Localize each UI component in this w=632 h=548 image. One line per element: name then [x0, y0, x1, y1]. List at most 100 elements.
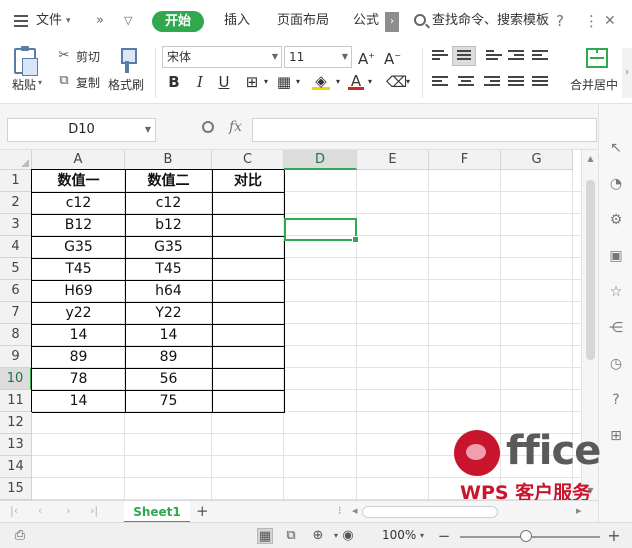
zoom-in-button[interactable]: + [606, 528, 622, 544]
history-icon[interactable]: ◷ [608, 356, 624, 372]
fill-color-icon[interactable]: ◈ [312, 72, 330, 90]
more-tabs-icon[interactable]: » [96, 11, 104, 31]
bold-button[interactable]: B [166, 72, 182, 92]
row-header-1[interactable]: 1 [0, 170, 32, 192]
ribbon-scroll-right-icon[interactable]: › [622, 48, 632, 98]
row-header-8[interactable]: 8 [0, 324, 32, 346]
tab-formulas[interactable]: 公式 [353, 11, 379, 31]
sheet-tab-sheet1[interactable]: Sheet1 [124, 501, 190, 523]
add-sheet-button[interactable]: + [196, 502, 209, 520]
style-icon[interactable]: ▣ [608, 248, 624, 264]
paste-dropdown-icon[interactable]: ▾ [38, 78, 42, 87]
row-header-6[interactable]: 6 [0, 280, 32, 302]
quick-access-dropdown-icon[interactable]: ▽ [124, 11, 132, 31]
zoom-dropdown-icon[interactable]: ▾ [414, 528, 430, 544]
tab-insert[interactable]: 插入 [224, 11, 250, 31]
row-header-15[interactable]: 15 [0, 478, 32, 500]
font-size-select[interactable]: 11 ▼ [284, 46, 352, 68]
zoom-slider-knob[interactable] [520, 530, 532, 542]
column-header-d[interactable]: D [284, 150, 357, 170]
command-search[interactable]: 查找命令、搜索模板 [432, 11, 549, 31]
increase-font-size-icon[interactable]: A+ [358, 46, 375, 68]
row-header-12[interactable]: 12 [0, 412, 32, 434]
tabs-scroll-right-icon[interactable]: › [385, 12, 399, 32]
share-icon[interactable]: ⋲ [608, 320, 624, 336]
cell-style-icon[interactable]: ▦ [276, 72, 292, 92]
clear-format-dropdown-icon[interactable]: ▾ [404, 72, 412, 92]
row-header-13[interactable]: 13 [0, 434, 32, 456]
insert-function-icon[interactable]: fx [229, 119, 242, 135]
close-icon[interactable]: ✕ [604, 11, 616, 31]
apps-grid-icon[interactable]: ⊞ [608, 428, 624, 444]
paste-icon[interactable] [14, 46, 38, 76]
prev-sheet-icon[interactable]: ‹ [38, 504, 42, 517]
align-top-icon[interactable] [432, 50, 448, 64]
tab-page-layout[interactable]: 页面布局 [277, 11, 329, 31]
font-color-dropdown-icon[interactable]: ▾ [366, 72, 374, 92]
borders-icon[interactable]: ⊞ [244, 72, 260, 92]
format-painter-icon[interactable] [118, 48, 137, 74]
star-icon[interactable]: ☆ [608, 284, 624, 300]
page-layout-view-icon[interactable]: ⊕ [310, 528, 326, 544]
eye-protect-icon[interactable]: ◉ [340, 528, 356, 544]
italic-button[interactable]: I [192, 72, 208, 92]
distribute-icon[interactable] [532, 76, 548, 90]
font-name-select[interactable]: 宋体 ▼ [162, 46, 282, 68]
align-left-icon[interactable] [432, 76, 448, 90]
next-sheet-icon[interactable]: › [66, 504, 70, 517]
align-bottom-icon[interactable] [486, 50, 502, 64]
merge-center-button[interactable]: 合并居中 [570, 76, 618, 93]
page-break-view-icon[interactable]: ⧉ [283, 528, 299, 544]
align-middle-icon[interactable] [452, 46, 476, 66]
hscroll-right-icon[interactable]: ▸ [576, 504, 582, 517]
last-sheet-icon[interactable]: ›| [90, 504, 98, 517]
font-color-icon[interactable]: A [348, 72, 364, 90]
justify-icon[interactable] [508, 76, 524, 90]
align-right-icon[interactable] [484, 76, 500, 90]
row-header-7[interactable]: 7 [0, 302, 32, 324]
align-center-icon[interactable] [458, 76, 474, 90]
row-header-10[interactable]: 10 [0, 368, 32, 390]
active-cell-d10[interactable] [284, 218, 359, 243]
hscroll-left-icon[interactable]: ◂ [352, 504, 358, 517]
merge-center-icon[interactable] [586, 48, 608, 68]
horizontal-scroll-thumb[interactable] [362, 506, 498, 518]
name-box[interactable]: D10 ▼ [7, 118, 156, 142]
first-sheet-icon[interactable]: |‹ [10, 504, 18, 517]
scroll-up-icon[interactable]: ▲ [582, 152, 599, 166]
scissors-icon[interactable]: ✂ [57, 49, 71, 63]
copy-button[interactable]: 复制 [76, 74, 100, 91]
row-header-11[interactable]: 11 [0, 390, 32, 412]
more-options-icon[interactable]: ⋮ [584, 11, 599, 31]
column-header-f[interactable]: F [429, 150, 501, 170]
cell-style-dropdown-icon[interactable]: ▾ [294, 72, 302, 92]
help-circle-icon[interactable]: ? [608, 392, 624, 408]
fill-color-dropdown-icon[interactable]: ▾ [334, 72, 342, 92]
file-dropdown-caret-icon[interactable]: ▾ [66, 11, 71, 31]
shapes-icon[interactable]: ◔ [608, 176, 624, 192]
decrease-font-size-icon[interactable]: A− [384, 46, 401, 68]
help-icon[interactable]: ? [556, 11, 564, 31]
tab-home[interactable]: 开始 [152, 11, 204, 32]
row-header-5[interactable]: 5 [0, 258, 32, 280]
row-header-2[interactable]: 2 [0, 192, 32, 214]
column-header-e[interactable]: E [357, 150, 429, 170]
hamburger-menu-icon[interactable] [14, 15, 28, 27]
underline-button[interactable]: U [216, 72, 232, 92]
column-header-g[interactable]: G [501, 150, 573, 170]
column-header-a[interactable]: A [32, 150, 125, 170]
column-header-b[interactable]: B [125, 150, 212, 170]
indent-decrease-icon[interactable] [508, 50, 524, 64]
row-header-14[interactable]: 14 [0, 456, 32, 478]
indent-increase-icon[interactable] [532, 50, 548, 64]
vertical-scroll-thumb[interactable] [586, 180, 595, 360]
cut-button[interactable]: 剪切 [76, 48, 100, 65]
clear-format-icon[interactable]: ⌫ [386, 72, 407, 92]
row-header-9[interactable]: 9 [0, 346, 32, 368]
normal-view-icon[interactable]: ▦ [257, 528, 273, 544]
search-icon[interactable] [414, 14, 426, 26]
zoom-level[interactable]: 100% [382, 528, 416, 542]
paste-button[interactable]: 粘贴 [12, 76, 36, 93]
copy-icon[interactable]: ⧉ [57, 74, 71, 88]
menu-file[interactable]: 文件 [36, 11, 62, 31]
